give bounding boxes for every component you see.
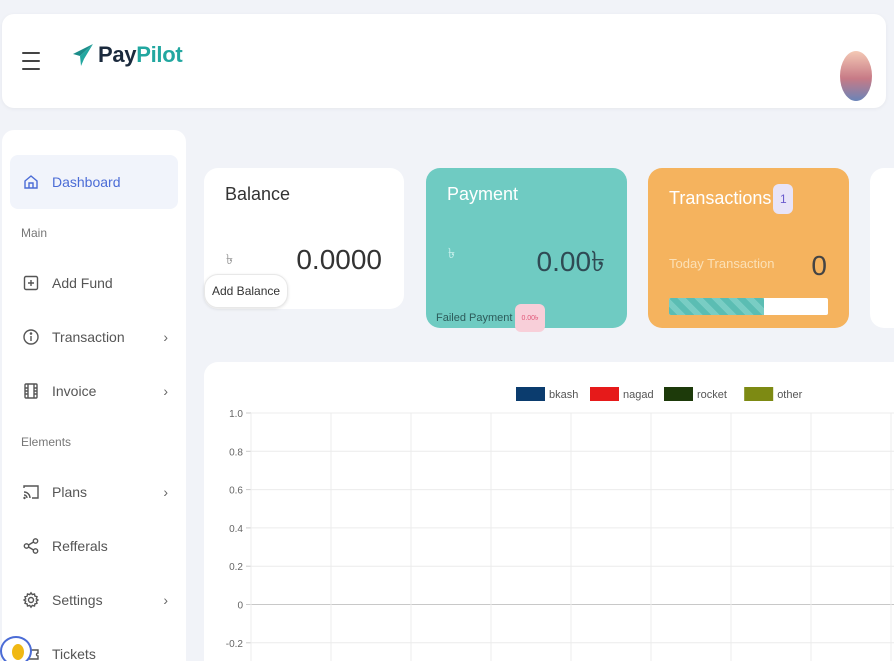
chevron-right-icon: ›	[163, 592, 168, 608]
sidebar-item-plans[interactable]: Plans ›	[10, 465, 178, 519]
y-tick-label: 0.6	[229, 486, 243, 497]
legend-swatch-nagad[interactable]	[590, 387, 619, 401]
transactions-card: Transactions 1 Today Transaction 0	[648, 168, 849, 328]
currency-symbol: ৳	[448, 245, 455, 261]
currency-symbol: ৳	[226, 251, 233, 267]
today-transaction-value: 0	[811, 250, 827, 281]
menu-toggle-icon[interactable]	[22, 52, 40, 70]
legend-label-bkash[interactable]: bkash	[549, 389, 578, 401]
avatar[interactable]	[840, 51, 872, 101]
failed-payment-badge: 0.00৳	[515, 304, 545, 332]
balance-title: Balance	[225, 184, 291, 204]
next-stat-card	[870, 168, 894, 328]
balance-value: 0.0000	[296, 244, 382, 275]
y-tick-label: 0.2	[229, 562, 243, 573]
paper-plane-icon	[73, 44, 93, 66]
brand-logo[interactable]: PayPilot	[72, 42, 183, 68]
section-label-main: Main	[21, 226, 48, 240]
film-icon	[24, 383, 38, 399]
transactions-title: Transactions 1	[669, 184, 794, 214]
failed-payment: Failed Payment 0.00৳	[436, 304, 545, 332]
sidebar-item-label: Invoice	[52, 383, 97, 399]
legend-swatch-rocket[interactable]	[664, 387, 693, 401]
share-icon	[23, 538, 39, 554]
legend-label-other[interactable]: other	[777, 389, 802, 401]
payment-line-chart: 1.0 0.8 0.6 0.4 0.2 0 -0.2 bkash nagad rocket othe…	[226, 387, 894, 661]
chevron-right-icon: ›	[163, 329, 168, 345]
legend-label-rocket[interactable]: rocket	[697, 389, 727, 401]
top-header: PayPilot	[2, 14, 886, 108]
cast-icon	[23, 485, 39, 500]
sidebar-item-label: Transaction	[52, 329, 125, 345]
sidebar-item-label: Dashboard	[52, 174, 121, 190]
y-tick-label: 0	[237, 601, 243, 612]
sidebar-item-transaction[interactable]: Transaction ›	[10, 310, 178, 364]
sidebar-item-add-fund[interactable]: Add Fund	[10, 256, 178, 310]
sidebar-item-label: Plans	[52, 484, 88, 500]
payment-card: Payment ৳ 0.00৳ Failed Payment 0.00৳	[426, 168, 627, 332]
help-bubble-icon[interactable]	[0, 636, 32, 661]
transactions-count-badge: 1	[773, 184, 794, 214]
home-icon	[24, 175, 38, 189]
chevron-right-icon: ›	[163, 484, 168, 500]
info-circle-icon	[23, 329, 39, 345]
section-label-elements: Elements	[21, 435, 72, 449]
payment-title: Payment	[447, 184, 519, 204]
payment-value: 0.00৳	[536, 246, 605, 277]
add-balance-button[interactable]: Add Balance	[204, 274, 289, 308]
transaction-progress-bar	[669, 298, 828, 315]
today-transaction-label: Today Transaction	[669, 256, 775, 271]
plus-square-icon	[23, 275, 39, 291]
sidebar: Dashboard Main Add Fund Transaction › In…	[2, 130, 186, 661]
y-tick-label: 0.4	[229, 524, 243, 535]
sidebar-item-label: Add Fund	[52, 275, 113, 291]
y-tick-label: 0.8	[229, 447, 243, 458]
sidebar-item-label: Settings	[52, 592, 103, 608]
progress-fill	[669, 298, 765, 315]
sidebar-item-settings[interactable]: Settings ›	[10, 573, 178, 627]
chevron-right-icon: ›	[163, 383, 168, 399]
sidebar-item-label: Tickets	[52, 646, 96, 661]
sidebar-item-refferals[interactable]: Refferals	[10, 519, 178, 573]
sidebar-item-invoice[interactable]: Invoice ›	[10, 364, 178, 418]
sidebar-item-tickets[interactable]: Tickets	[10, 627, 178, 661]
sidebar-item-dashboard[interactable]: Dashboard	[10, 155, 178, 209]
brand-name: PayPilot	[98, 42, 183, 67]
balance-card: Balance ৳ 0.0000 Add Balance	[204, 168, 404, 309]
legend-swatch-bkash[interactable]	[516, 387, 545, 401]
sidebar-item-label: Refferals	[52, 538, 108, 554]
failed-payment-label: Failed Payment	[436, 312, 513, 324]
y-tick-label: 1.0	[229, 409, 243, 420]
payment-chart-card: 1.0 0.8 0.6 0.4 0.2 0 -0.2 bkash nagad rocket othe…	[204, 362, 894, 661]
legend-label-nagad[interactable]: nagad	[623, 389, 654, 401]
gear-icon	[22, 591, 40, 609]
legend-swatch-other[interactable]	[744, 387, 774, 401]
y-tick-label: -0.2	[226, 639, 244, 650]
